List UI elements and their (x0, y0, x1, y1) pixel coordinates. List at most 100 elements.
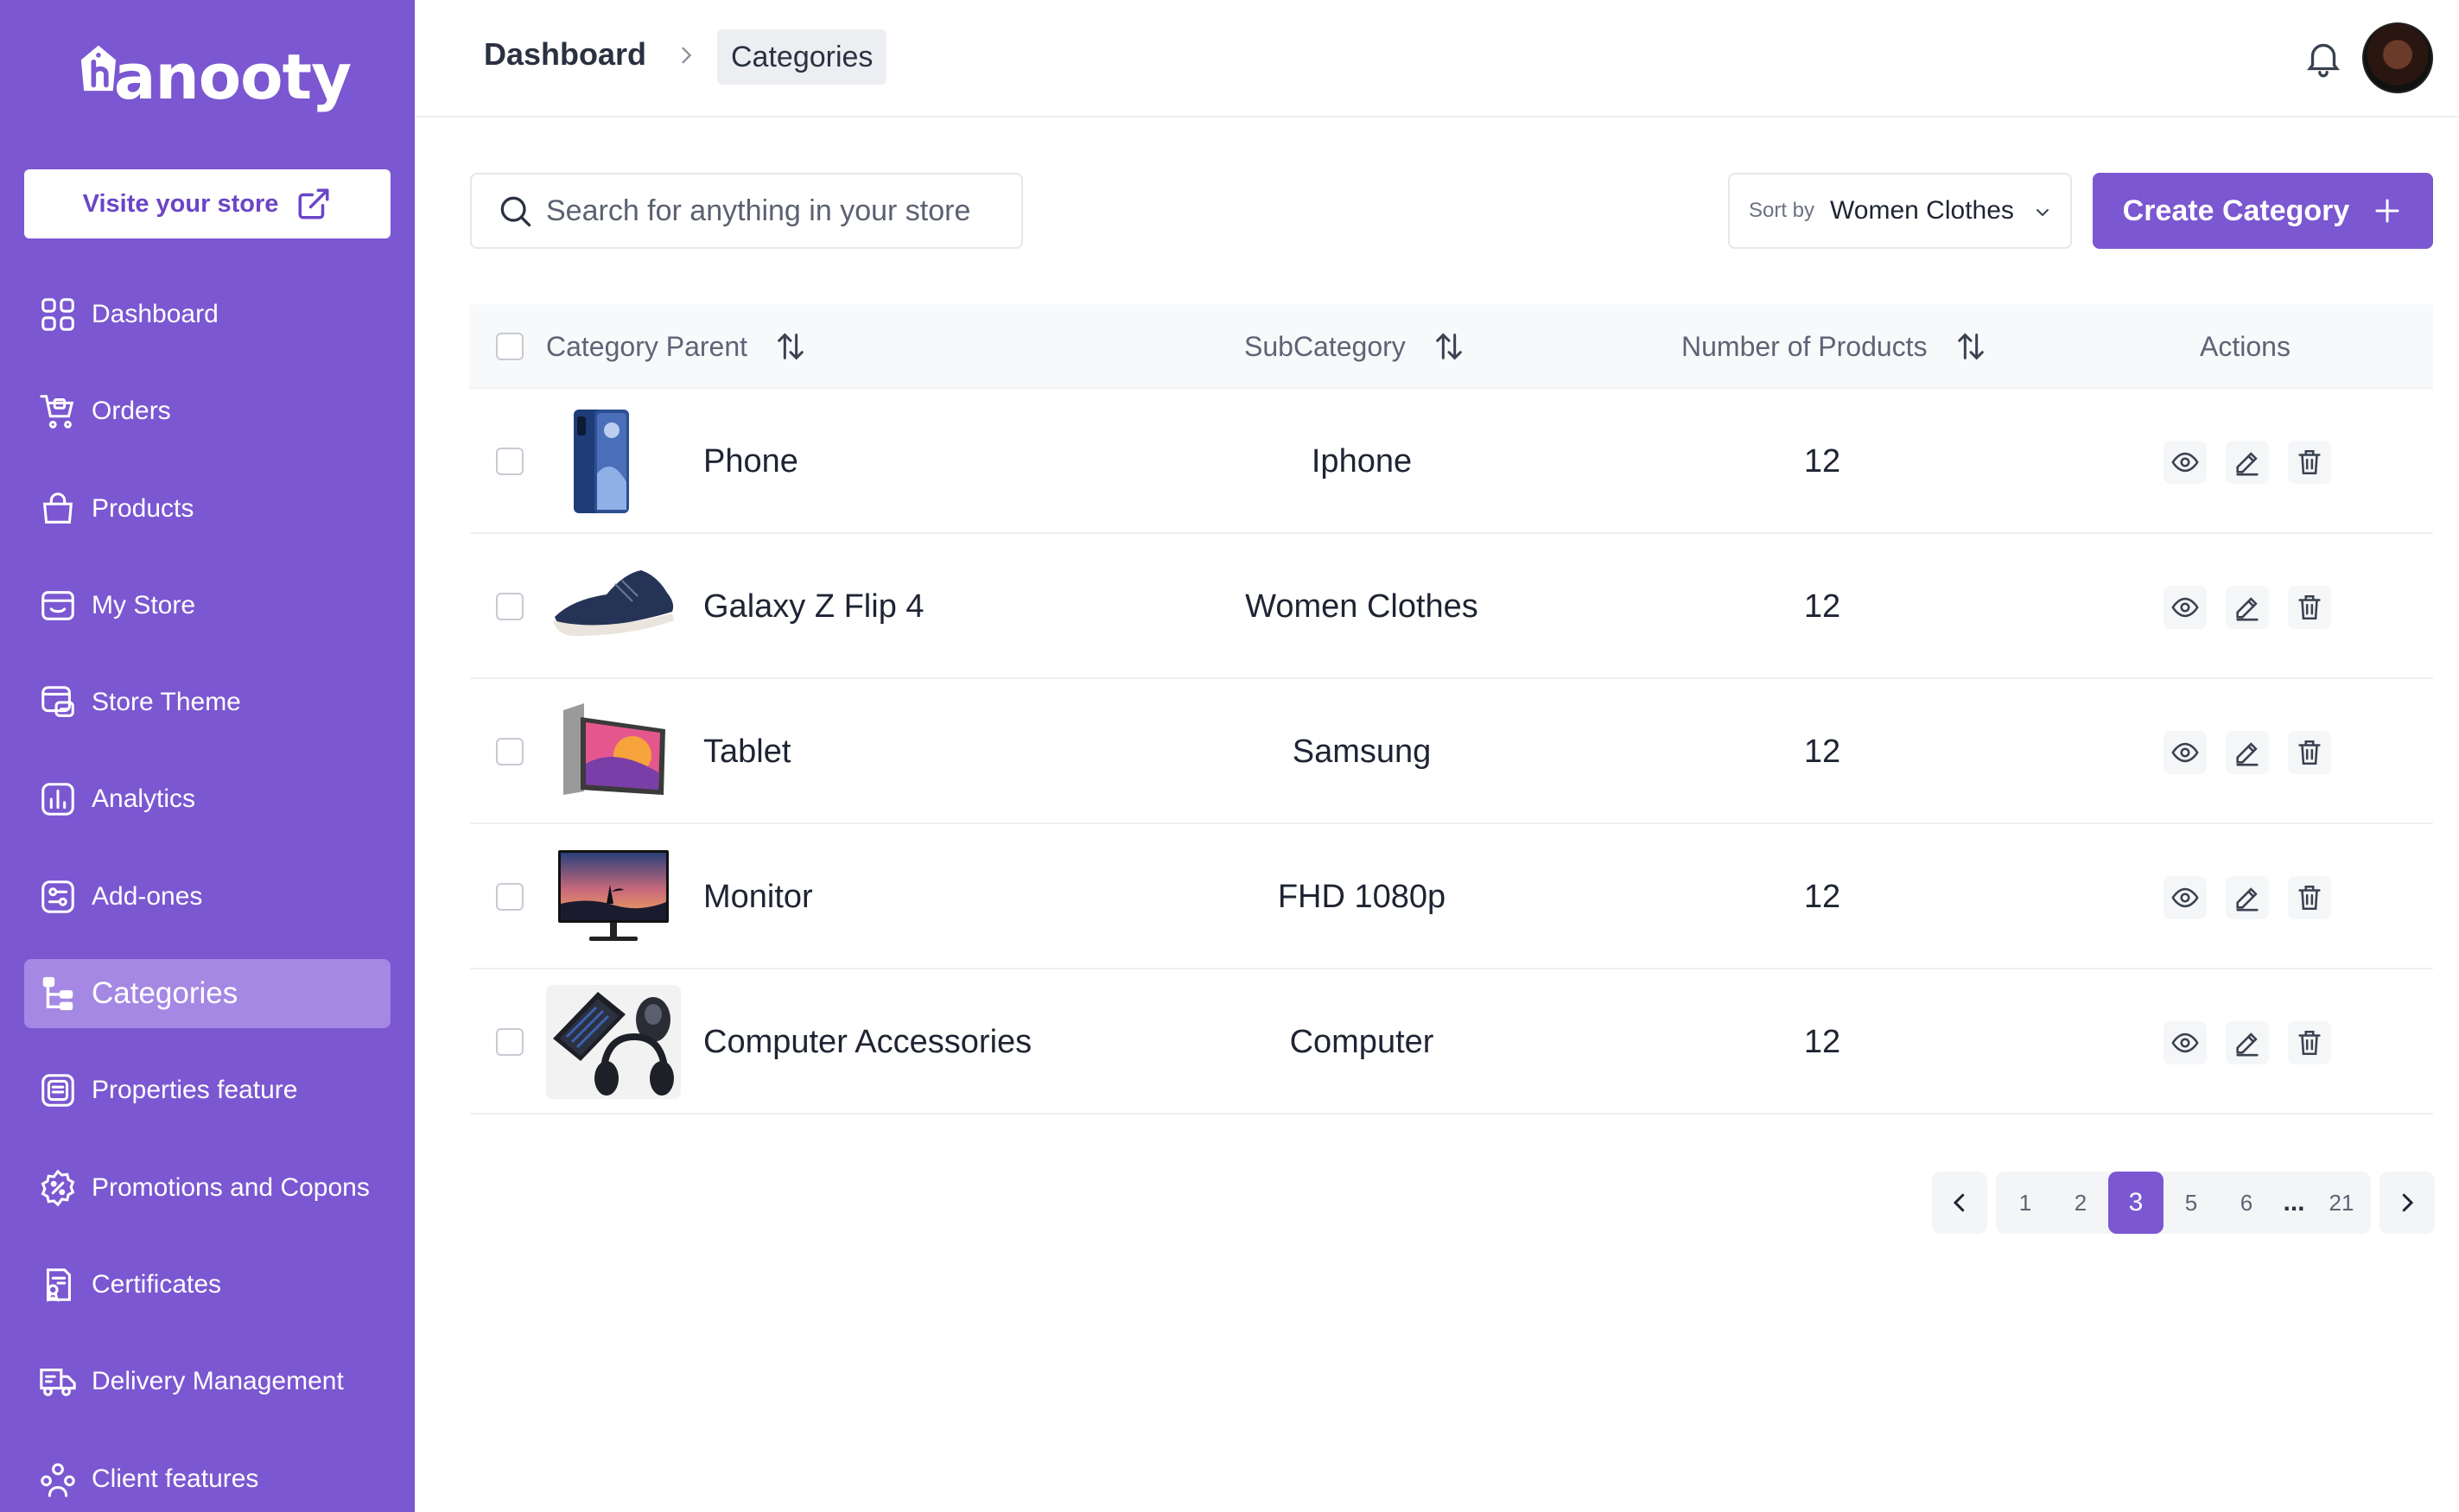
discount-badge-icon (41, 1169, 75, 1207)
category-name: Phone (703, 442, 798, 480)
delete-button[interactable] (2288, 441, 2331, 484)
create-category-button[interactable]: Create Category (2093, 173, 2433, 249)
column-subcategory[interactable]: SubCategory (1244, 304, 1466, 389)
delete-button[interactable] (2288, 876, 2331, 919)
column-actions: Actions (2200, 304, 2291, 389)
edit-button[interactable] (2226, 586, 2269, 629)
view-button[interactable] (2164, 1021, 2207, 1064)
product-thumbnail (546, 695, 681, 809)
select-all-cell (496, 304, 524, 389)
row-checkbox[interactable] (496, 738, 524, 766)
sidebar-item-orders[interactable]: Orders (24, 377, 391, 446)
subcategory: Iphone (1311, 442, 1413, 480)
page-button[interactable]: 6 (2219, 1172, 2274, 1234)
row-checkbox[interactable] (496, 593, 524, 620)
sidebar-item-store-theme[interactable]: Store Theme (24, 668, 391, 737)
category-name: Galaxy Z Flip 4 (703, 588, 925, 625)
prev-page-button[interactable] (1932, 1172, 1987, 1234)
edit-button[interactable] (2226, 441, 2269, 484)
select-all-checkbox[interactable] (496, 333, 524, 360)
table-row[interactable]: Galaxy Z Flip 4 Women Clothes 12 (470, 534, 2433, 679)
sidebar-item-label: Orders (92, 397, 171, 426)
table-row[interactable]: Computer Accessories Computer 12 (470, 969, 2433, 1115)
sort-arrows-icon[interactable] (1954, 329, 1988, 364)
sidebar-item-label: Promotions and Copons (92, 1172, 370, 1202)
table-row[interactable]: Tablet Samsung 12 (470, 679, 2433, 824)
sidebar-item-analytics[interactable]: Analytics (24, 765, 391, 834)
row-checkbox[interactable] (496, 1028, 524, 1056)
table-header: Category Parent SubCategory Number of Pr… (470, 304, 2433, 389)
page-button[interactable]: 2 (2053, 1172, 2108, 1234)
sort-label: Sort by (1749, 199, 1815, 222)
page-button[interactable]: 21 (2314, 1172, 2369, 1234)
pencil-icon (2236, 1032, 2259, 1057)
sidebar-item-properties-feature[interactable]: Properties feature (24, 1056, 391, 1125)
sidebar-item-label: Certificates (92, 1269, 222, 1299)
eye-icon (2171, 597, 2199, 618)
view-button[interactable] (2164, 586, 2207, 629)
sidebar-item-delivery[interactable]: Delivery Management (24, 1347, 391, 1416)
row-actions (2164, 586, 2331, 629)
subcategory: FHD 1080p (1277, 878, 1446, 915)
sidebar-item-label: Client features (92, 1464, 259, 1493)
users-icon (41, 1463, 75, 1497)
user-avatar[interactable] (2362, 22, 2433, 93)
plus-icon (2375, 199, 2399, 223)
row-actions (2164, 731, 2331, 774)
sort-dropdown[interactable]: Sort by Women Clothes (1728, 173, 2072, 249)
product-thumbnail (546, 985, 681, 1099)
search-box[interactable] (470, 173, 1023, 249)
edit-button[interactable] (2226, 876, 2269, 919)
delete-button[interactable] (2288, 586, 2331, 629)
sidebar-item-label: Store Theme (92, 688, 241, 717)
sidebar-item-promotions[interactable]: Promotions and Copons (24, 1153, 391, 1223)
table-row[interactable]: Monitor FHD 1080p 12 (470, 824, 2433, 969)
visit-store-button[interactable]: Visite your store (24, 169, 391, 238)
shoe-image (546, 550, 681, 664)
category-name: Tablet (703, 733, 791, 770)
edit-button[interactable] (2226, 1021, 2269, 1064)
row-actions (2164, 1021, 2331, 1064)
delete-button[interactable] (2288, 1021, 2331, 1064)
view-button[interactable] (2164, 876, 2207, 919)
brand-logo[interactable]: anooty (74, 21, 352, 118)
sort-arrows-icon[interactable] (1432, 329, 1466, 364)
product-count: 12 (1803, 1023, 1841, 1060)
eye-icon (2171, 887, 2199, 908)
view-button[interactable] (2164, 441, 2207, 484)
row-checkbox[interactable] (496, 883, 524, 911)
column-category-parent[interactable]: Category Parent (546, 304, 808, 389)
column-number-of-products[interactable]: Number of Products (1681, 304, 1988, 389)
grid-icon (41, 298, 74, 331)
next-page-button[interactable] (2380, 1172, 2435, 1234)
create-category-label: Create Category (2122, 194, 2350, 227)
certificate-icon (46, 1268, 71, 1302)
sidebar-item-label: Delivery Management (92, 1367, 344, 1396)
sidebar-item-my-store[interactable]: My Store (24, 571, 391, 640)
sidebar-item-categories[interactable]: Categories (24, 959, 391, 1029)
page-button[interactable]: 1 (1998, 1172, 2053, 1234)
product-thumbnail (546, 404, 681, 518)
delete-button[interactable] (2288, 731, 2331, 774)
view-button[interactable] (2164, 731, 2207, 774)
sidebar-item-certificates[interactable]: Certificates (24, 1250, 391, 1319)
breadcrumb-dashboard[interactable]: Dashboard (484, 36, 646, 73)
pencil-icon (2236, 597, 2259, 621)
sidebar-item-add-ones[interactable]: Add-ones (24, 862, 391, 931)
bag-icon (42, 492, 73, 524)
page-button-current[interactable]: 3 (2108, 1172, 2164, 1234)
column-label: Category Parent (546, 330, 748, 362)
sidebar-item-label: My Store (92, 590, 196, 619)
page-button[interactable]: 5 (2164, 1172, 2219, 1234)
row-checkbox[interactable] (496, 448, 524, 475)
sidebar-item-dashboard[interactable]: Dashboard (24, 280, 391, 349)
monitor-image (546, 840, 681, 954)
sidebar-item-products[interactable]: Products (24, 474, 391, 543)
search-input[interactable] (546, 194, 995, 228)
sidebar-item-client-features[interactable]: Client features (24, 1445, 391, 1512)
categories-table: Category Parent SubCategory Number of Pr… (470, 304, 2433, 1115)
edit-button[interactable] (2226, 731, 2269, 774)
sort-arrows-icon[interactable] (773, 329, 808, 364)
bell-icon[interactable] (2302, 36, 2345, 79)
table-row[interactable]: Phone Iphone 12 (470, 389, 2433, 534)
